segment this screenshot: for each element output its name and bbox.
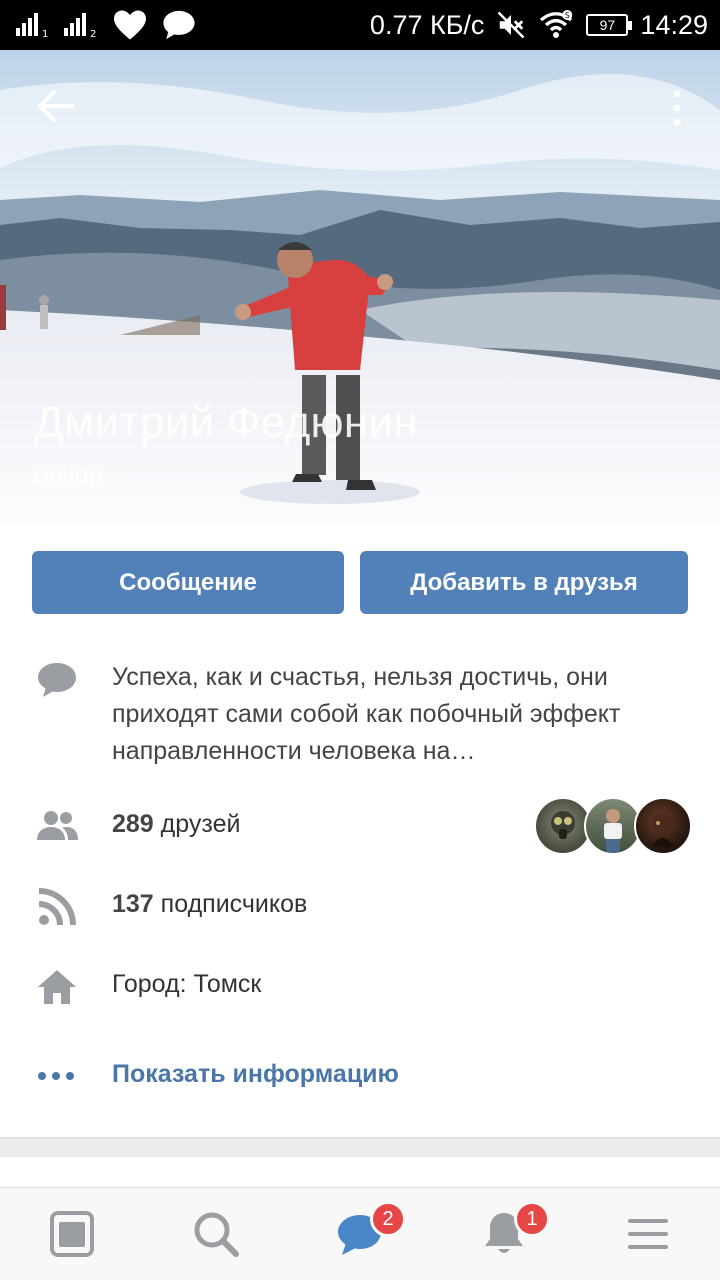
nav-news[interactable]: [46, 1208, 98, 1260]
friends-label: друзей: [160, 810, 241, 838]
menu-icon: [628, 1219, 668, 1249]
nav-menu[interactable]: [622, 1208, 674, 1260]
home-icon: [38, 970, 76, 1004]
nav-notifications[interactable]: 1: [478, 1201, 550, 1260]
friends-icon: [37, 811, 78, 840]
section-divider: [0, 1137, 720, 1157]
send-message-button[interactable]: Сообщение: [32, 551, 344, 614]
muted-icon: [498, 11, 525, 39]
cover-photo: Дмитрий Федюнин online: [0, 50, 720, 526]
messages-badge: 2: [370, 1201, 406, 1237]
wifi-icon: S: [540, 10, 573, 38]
cover-scene-image: [0, 50, 720, 526]
city-row: Город: Томск: [112, 970, 262, 998]
profile-status-quote[interactable]: Успеха, как и счастья, нельзя достичь, о…: [112, 659, 672, 770]
friends-row[interactable]: 289 друзей: [112, 810, 240, 839]
clock: 14:29: [640, 9, 708, 40]
more-vertical-icon[interactable]: [670, 88, 684, 128]
news-icon: [50, 1211, 94, 1257]
status-left: 1 2: [16, 8, 196, 42]
nav-messages[interactable]: 2: [334, 1201, 406, 1260]
avatar[interactable]: [634, 797, 692, 855]
signal-sim2-icon: 2: [64, 12, 98, 40]
battery-indicator: 97: [586, 14, 633, 36]
search-icon: [194, 1212, 239, 1257]
network-speed: 0.77 КБ/с: [369, 9, 485, 40]
back-arrow-icon[interactable]: [36, 88, 76, 124]
profile-online-status: online: [34, 460, 104, 490]
show-info-link[interactable]: Показать информацию: [112, 1060, 399, 1089]
add-friend-button[interactable]: Добавить в друзья: [360, 551, 688, 614]
friends-count: 289: [112, 810, 154, 838]
followers-label: подписчиков: [160, 890, 308, 918]
followers-count: 137: [112, 890, 154, 918]
rss-icon: [38, 888, 76, 926]
more-horizontal-icon[interactable]: [36, 1056, 78, 1098]
svg-text:S: S: [565, 11, 570, 20]
signal-sim1-icon: 1: [16, 12, 50, 40]
status-bar: 1 2 0.77 КБ/с S 97 14:29: [0, 0, 720, 50]
profile-name: Дмитрий Федюнин: [34, 398, 418, 447]
friends-avatars[interactable]: [534, 797, 692, 855]
chat-bubble-status-icon: [163, 10, 195, 40]
bottom-navigation: 2 1: [0, 1187, 720, 1280]
followers-row[interactable]: 137 подписчиков: [112, 890, 307, 919]
nav-search[interactable]: [190, 1208, 242, 1260]
heart-icon: [114, 10, 146, 40]
comment-icon: [38, 663, 76, 697]
notifications-badge: 1: [514, 1201, 550, 1237]
status-right: 0.77 КБ/с S 97 14:29: [370, 0, 708, 50]
